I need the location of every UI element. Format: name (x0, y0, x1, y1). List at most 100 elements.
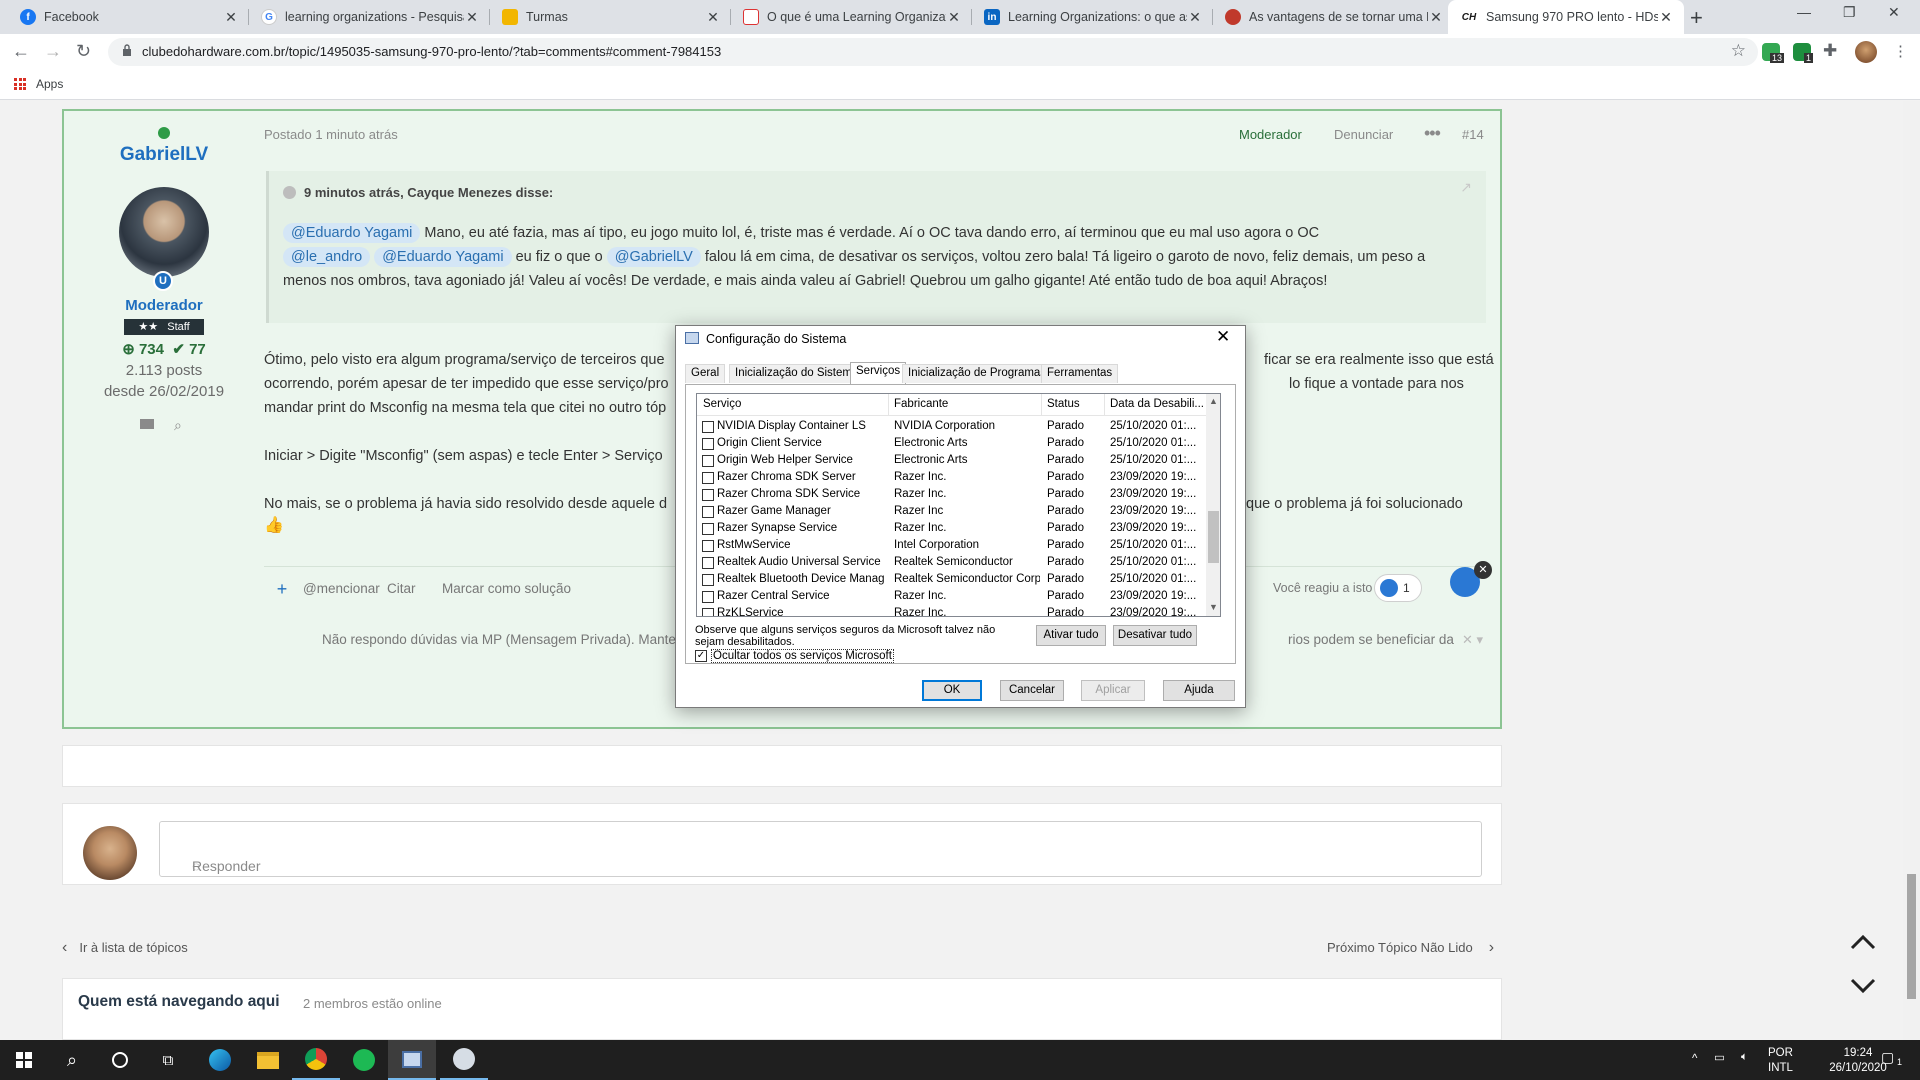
post-number[interactable]: #14 (1462, 127, 1484, 142)
services-scroll-thumb[interactable] (1208, 511, 1219, 563)
hide-ms-checkbox[interactable]: ✓ (695, 650, 707, 662)
services-list[interactable]: Serviço Fabricante Status Data da Desabi… (696, 393, 1221, 617)
page-scrollbar[interactable] (1903, 101, 1920, 1040)
tab-ferramentas[interactable]: Ferramentas (1041, 364, 1119, 383)
hide-microsoft-services[interactable]: ✓ Ocultar todos os serviços Microsoft (695, 649, 894, 663)
service-checkbox[interactable] (702, 421, 714, 433)
service-row[interactable]: Realtek Bluetooth Device Manag... Realtek… (697, 571, 1206, 588)
service-row[interactable]: Razer Chroma SDK Server Razer Inc. Parado 2… (697, 469, 1206, 486)
menu-dots-icon[interactable]: ⋮ (1893, 42, 1908, 60)
service-checkbox[interactable] (702, 506, 714, 518)
tab-facebook[interactable]: f Facebook ✕ (8, 0, 249, 34)
msconfig-taskbar-button[interactable] (388, 1040, 436, 1080)
remove-reaction-icon[interactable]: ✕ (1474, 561, 1492, 579)
column-disable-date[interactable]: Data da Desabili... (1110, 398, 1204, 410)
tab-samsung-970-active[interactable]: CH Samsung 970 PRO lento - HDs (c ✕ (1448, 0, 1684, 34)
close-icon[interactable]: ✕ (223, 9, 239, 26)
column-maker[interactable]: Fabricante (894, 398, 948, 410)
service-row[interactable]: Razer Central Service Razer Inc. Parado 23/… (697, 588, 1206, 605)
service-row[interactable]: RstMwService Intel Corporation Parado 25/10… (697, 537, 1206, 554)
collapse-icon[interactable] (283, 185, 296, 199)
forward-icon[interactable]: → (44, 41, 62, 62)
task-view-button[interactable]: ⧉ (144, 1040, 192, 1080)
close-icon[interactable]: ✕ (705, 9, 721, 26)
moderator-link[interactable]: Moderador (1239, 127, 1302, 142)
search-button[interactable]: ⌕ (48, 1040, 96, 1080)
author-name[interactable]: GabrielLV (64, 144, 264, 166)
scroll-top-icon[interactable] (1848, 928, 1878, 958)
notifications-icon[interactable]: ▢ (1881, 1050, 1894, 1065)
service-checkbox[interactable] (702, 608, 714, 616)
close-icon[interactable]: ✕ (946, 9, 962, 26)
scroll-bottom-icon[interactable] (1848, 970, 1878, 1000)
service-checkbox[interactable] (702, 574, 714, 586)
close-icon[interactable]: ✕ (464, 9, 480, 26)
window-close-button[interactable]: ✕ (1888, 4, 1900, 21)
service-row[interactable]: Razer Synapse Service Razer Inc. Parado 23/… (697, 520, 1206, 537)
mention-link[interactable]: @Eduardo Yagami (374, 247, 512, 267)
signature-hide-icon[interactable]: ✕ ▾ (1462, 632, 1483, 648)
close-icon[interactable]: ✕ (1428, 9, 1444, 26)
services-scrollbar[interactable]: ▲ ▼ (1206, 394, 1220, 616)
reload-icon[interactable]: ↻ (76, 41, 91, 62)
share-icon[interactable]: ↗ (1460, 179, 1472, 196)
tab-turmas[interactable]: Turmas ✕ (490, 0, 731, 34)
service-row[interactable]: NVIDIA Display Container LS NVIDIA Corpor… (697, 418, 1206, 435)
more-options-icon[interactable]: ••• (1424, 123, 1441, 144)
quote-header[interactable]: 9 minutos atrás, Cayque Menezes disse: (283, 177, 553, 207)
report-link[interactable]: Denunciar (1334, 127, 1393, 142)
profile-avatar[interactable] (1855, 41, 1877, 63)
apply-button[interactable]: Aplicar (1081, 680, 1145, 701)
tab-google-search[interactable]: G learning organizations - Pesquisa ✕ (249, 0, 490, 34)
service-checkbox[interactable] (702, 540, 714, 552)
reaction-summary[interactable]: 1 (1374, 574, 1422, 602)
service-checkbox[interactable] (702, 523, 714, 535)
chevron-up-icon[interactable]: ^ (1692, 1052, 1697, 1067)
service-row[interactable]: RzKLService Razer Inc. Parado 23/09/2020 19… (697, 605, 1206, 616)
mention-link[interactable]: @le_andro (283, 247, 371, 267)
close-icon[interactable]: ✕ (1216, 327, 1230, 347)
tab-geral[interactable]: Geral (685, 364, 726, 383)
multiquote-button[interactable]: + (268, 575, 296, 603)
network-icon[interactable]: ▭ (1714, 1051, 1725, 1066)
column-status[interactable]: Status (1047, 398, 1080, 410)
enable-all-button[interactable]: Ativar tudo (1036, 625, 1106, 646)
start-button[interactable] (0, 1040, 48, 1080)
scroll-up-icon[interactable]: ▲ (1209, 396, 1218, 406)
service-row[interactable]: Razer Game Manager Razer Inc Parado 23/09/2… (697, 503, 1206, 520)
input-language[interactable]: POR INTL (1768, 1046, 1793, 1076)
service-checkbox[interactable] (702, 489, 714, 501)
service-row[interactable]: Razer Chroma SDK Service Razer Inc. Parado… (697, 486, 1206, 503)
mail-icon[interactable] (140, 419, 154, 429)
service-row[interactable]: Realtek Audio Universal Service Realtek S… (697, 554, 1206, 571)
service-checkbox[interactable] (702, 472, 714, 484)
cortana-button[interactable] (96, 1040, 144, 1080)
chrome-taskbar-button[interactable] (292, 1040, 340, 1080)
maximize-button[interactable]: ❐ (1843, 4, 1856, 21)
help-button[interactable]: Ajuda (1163, 680, 1235, 701)
new-tab-button[interactable]: + (1690, 5, 1703, 31)
tab-servicos[interactable]: Serviços (850, 362, 907, 384)
edge-taskbar-button[interactable] (196, 1040, 244, 1080)
puzzle-icon[interactable]: ✚ (1823, 41, 1837, 61)
search-icon[interactable]: ⌕ (174, 417, 182, 434)
bookmark-star-icon[interactable]: ☆ (1731, 41, 1746, 61)
close-icon[interactable]: ✕ (1658, 9, 1674, 26)
omnibox[interactable]: clubedohardware.com.br/topic/1495035-sam… (108, 38, 1758, 66)
app-taskbar-button[interactable] (440, 1040, 488, 1080)
mention-button[interactable]: @mencionar (303, 581, 380, 596)
back-to-topics-link[interactable]: ‹ Ir à lista de tópicos (62, 939, 188, 957)
mark-solution-button[interactable]: Marcar como solução (442, 581, 571, 596)
cancel-button[interactable]: Cancelar (1000, 680, 1064, 701)
tab-learning-org-3[interactable]: As vantagens de se tornar uma L ✕ (1213, 0, 1454, 34)
disable-all-button[interactable]: Desativar tudo (1113, 625, 1197, 646)
author-avatar[interactable] (119, 187, 209, 277)
tab-inicializacao-programas[interactable]: Inicialização de Programas (902, 364, 1053, 383)
scrollbar-thumb[interactable] (1907, 874, 1916, 999)
next-unread-topic-link[interactable]: Próximo Tópico Não Lido › (1327, 939, 1494, 957)
mention-link[interactable]: @GabrielLV (606, 247, 701, 267)
tab-learning-org-2[interactable]: in Learning Organizations: o que as ✕ (972, 0, 1213, 34)
close-icon[interactable]: ✕ (1187, 9, 1203, 26)
service-row[interactable]: Origin Client Service Electronic Arts Para… (697, 435, 1206, 452)
volume-icon[interactable]: 🔈︎ (1741, 1050, 1748, 1065)
